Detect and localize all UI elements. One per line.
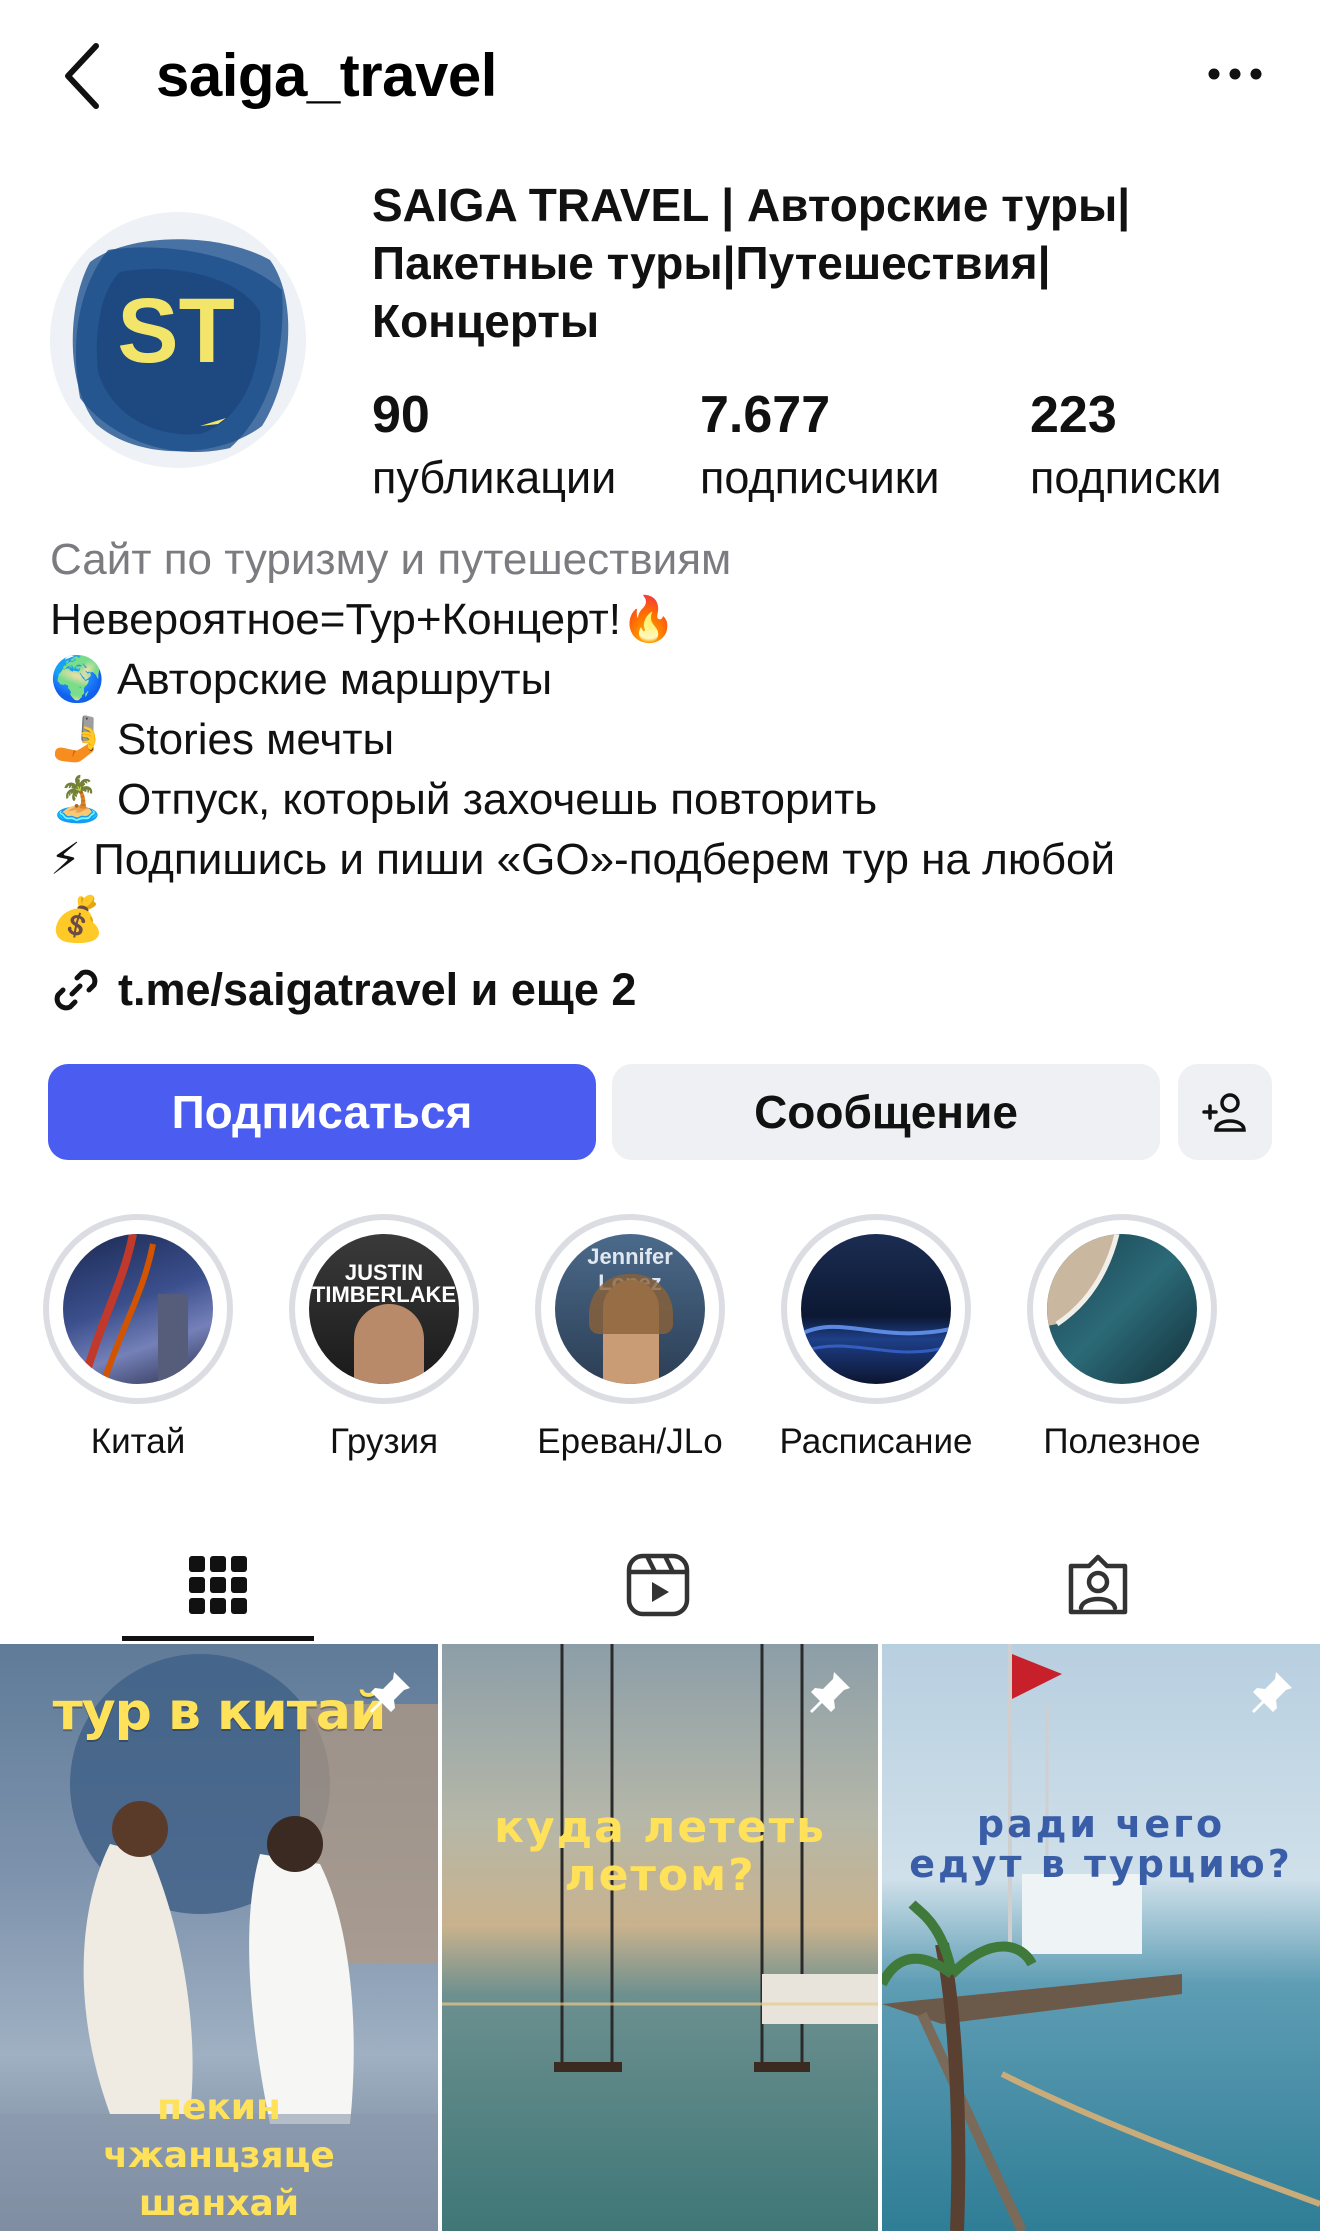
bio-line: 🏝️ Отпуск, который захочешь повторить: [50, 775, 878, 824]
post-thumbnail[interactable]: ради чего едут в турцию?: [882, 1644, 1320, 2231]
grid-icon: [189, 1556, 247, 1614]
highlight-ring: [43, 1214, 233, 1404]
full-name-line: SAIGA TRAVEL | Авторские туры|: [372, 179, 1131, 231]
avatar-logo-text: ST: [117, 280, 235, 382]
more-options-button[interactable]: [1200, 44, 1270, 104]
tab-grid[interactable]: [120, 1530, 316, 1640]
highlight-ring: JUSTIN TIMBERLAKE: [289, 1214, 479, 1404]
highlight-ring: Jennifer Lopez: [535, 1214, 725, 1404]
highlight-ring: [1027, 1214, 1217, 1404]
post-subtitle-line: чжанцзяце: [103, 2135, 335, 2176]
stat-label: подписки: [1030, 452, 1222, 503]
highlight-overlay-text: JUSTIN TIMBERLAKE: [311, 1260, 457, 1307]
stat-following[interactable]: 223 подписки: [1030, 384, 1222, 508]
stat-count: 7.677: [700, 386, 831, 444]
bio-line: 💰: [50, 895, 105, 944]
post-title: куда лететь летом?: [442, 1804, 878, 1900]
profile-bio: Невероятное=Тур+Концерт!🔥 🌍 Авторские ма…: [50, 590, 1290, 950]
link-icon: [50, 964, 102, 1016]
ellipsis-icon: [1208, 68, 1262, 80]
profile-category: Сайт по туризму и путешествиям: [50, 535, 732, 584]
stat-followers[interactable]: 7.677 подписчики: [700, 384, 940, 508]
highlight-label: Ереван/JLo: [537, 1422, 723, 1461]
highlight-georgia[interactable]: JUSTIN TIMBERLAKE Грузия: [284, 1214, 484, 1462]
post-title-line: ради чего: [976, 1802, 1226, 1846]
chevron-left-icon: [65, 43, 99, 109]
pin-icon: [1252, 1672, 1292, 1713]
stat-count: 223: [1030, 386, 1117, 444]
full-name-line: Пакетные туры|Путешествия|: [372, 237, 1051, 289]
highlight-yerevan[interactable]: Jennifer Lopez Ереван/JLo: [530, 1214, 730, 1462]
highlight-label: Расписание: [779, 1422, 973, 1461]
highlight-thumbnail: [801, 1234, 951, 1384]
active-tab-indicator: [122, 1636, 314, 1641]
post-title-line: куда лететь: [494, 1802, 826, 1853]
stat-label: публикации: [372, 452, 617, 503]
bio-line: 🌍 Авторские маршруты: [50, 655, 553, 704]
post-subtitle-line: шанхай: [138, 2183, 300, 2224]
stat-count: 90: [372, 386, 430, 444]
highlight-china[interactable]: Китай: [38, 1214, 238, 1462]
highlight-ring: [781, 1214, 971, 1404]
highlight-thumbnail: Jennifer Lopez: [555, 1234, 705, 1384]
tagged-icon: [1068, 1554, 1128, 1615]
highlight-schedule[interactable]: Расписание: [776, 1214, 976, 1462]
stat-label: подписчики: [700, 452, 940, 503]
tab-tagged[interactable]: [1000, 1530, 1196, 1640]
post-title-line: едут в турцию?: [909, 1842, 1293, 1886]
highlight-thumbnail: [1047, 1234, 1197, 1384]
highlight-label: Грузия: [329, 1422, 439, 1461]
bio-line: Невероятное=Тур+Концерт!🔥: [50, 595, 676, 644]
follow-button[interactable]: Подписаться: [48, 1064, 596, 1160]
avatar[interactable]: ST: [50, 212, 306, 468]
pin-icon: [370, 1672, 410, 1713]
pin-icon: [810, 1672, 850, 1713]
profile-full-name: SAIGA TRAVEL | Авторские туры| Пакетные …: [372, 176, 1272, 350]
add-user-icon: [1202, 1093, 1246, 1132]
post-thumbnail[interactable]: тур в китай пекин чжанцзяце шанхай: [0, 1644, 438, 2231]
tab-reels[interactable]: [560, 1530, 756, 1640]
profile-link[interactable]: t.me/saigatravel и еще 2: [50, 964, 636, 1016]
highlight-thumbnail: JUSTIN TIMBERLAKE: [309, 1234, 459, 1384]
profile-link-text: t.me/saigatravel и еще 2: [118, 964, 637, 1015]
highlight-label: Китай: [90, 1422, 186, 1461]
highlight-label: Полезное: [1043, 1422, 1201, 1461]
bio-line: ⚡ Подпишись и пиши «GO»-подберем тур на …: [50, 835, 1116, 884]
suggest-users-button[interactable]: [1178, 1064, 1272, 1160]
post-title: ради чего едут в турцию?: [882, 1804, 1320, 1884]
stat-posts[interactable]: 90 публикации: [372, 384, 616, 508]
message-button[interactable]: Сообщение: [612, 1064, 1160, 1160]
profile-username: saiga_travel: [156, 42, 497, 109]
reels-icon: [626, 1553, 690, 1617]
post-subtitle-line: пекин: [157, 2087, 281, 2128]
back-button[interactable]: [56, 36, 108, 116]
highlight-thumbnail: [63, 1234, 213, 1384]
highlight-useful[interactable]: Полезное: [1022, 1214, 1222, 1462]
bio-line: 🤳 Stories мечты: [50, 715, 395, 764]
post-title-line: летом?: [564, 1850, 756, 1901]
post-thumbnail[interactable]: куда лететь летом?: [442, 1644, 878, 2231]
full-name-line: Концерты: [372, 295, 600, 347]
